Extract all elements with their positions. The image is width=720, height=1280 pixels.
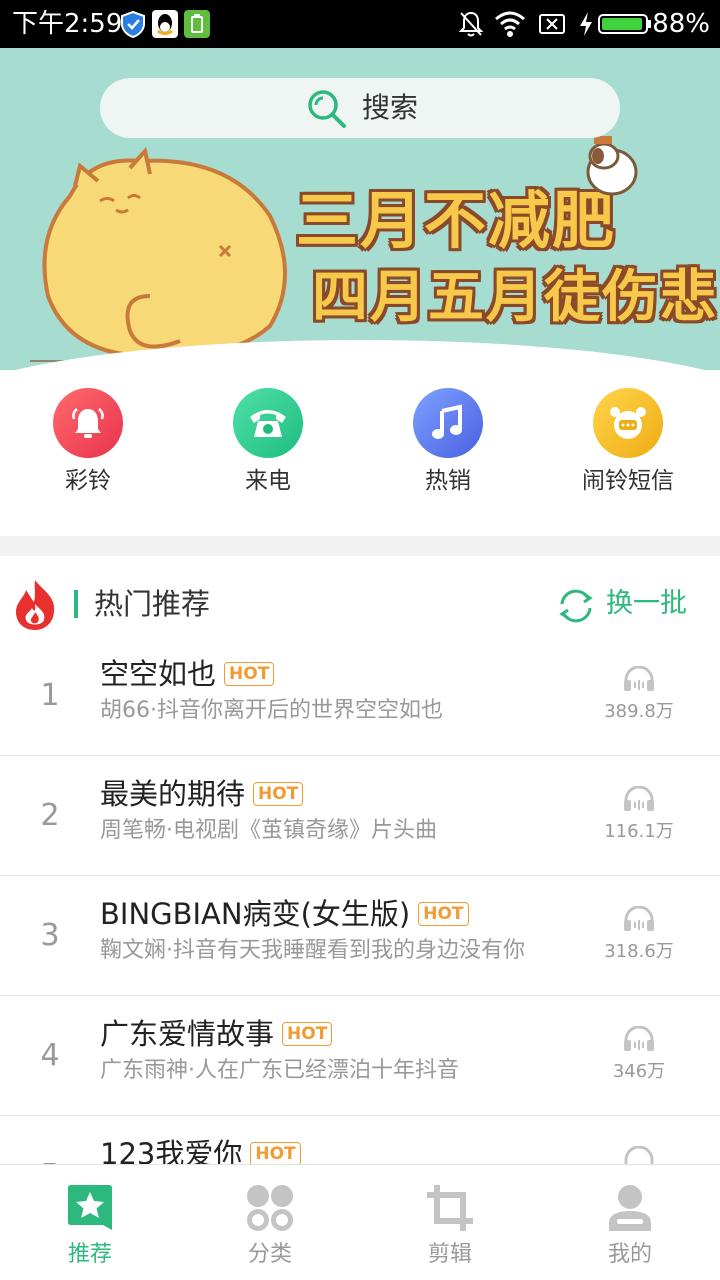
search-bar[interactable]: 搜索 [100,78,620,138]
play-count-value: 346万 [612,1061,666,1082]
phone-icon [233,388,303,458]
section-divider [0,536,720,556]
banner-headline-2: 四月五月徒伤悲 [312,265,718,330]
song-row[interactable]: 1 空空如也 HOT 胡66·抖音你离开后的世界空空如也 389.8万 [0,636,720,756]
fire-icon [16,580,55,630]
music-note-icon [413,388,483,458]
search-icon [308,90,346,128]
refresh-label: 换一批 [606,588,687,619]
quick-action-label: 来电 [245,468,291,494]
bell-icon [53,388,123,458]
no-sim-icon [539,14,565,34]
play-count-value: 389.8万 [604,701,674,722]
mute-notification-icon [458,11,484,37]
battery-icon [598,14,651,34]
song-title: BINGBIAN病变(女生版) [100,897,411,931]
headphones-icon [624,785,654,811]
bottom-tab-bar: 推荐 分类 剪辑 我的 [0,1164,720,1280]
quick-action-label: 闹铃短信 [582,468,674,494]
carousel-dot[interactable] [360,345,372,357]
headphones-icon [624,665,654,691]
search-placeholder: 搜索 [362,91,419,124]
tab-mine[interactable]: 我的 [540,1183,720,1269]
qq-icon [152,10,178,38]
tab-label: 推荐 [67,1242,112,1267]
crop-icon [427,1185,473,1231]
play-count-value: 318.6万 [604,941,674,962]
song-subtitle: 鞠文娴·抖音有天我睡醒看到我的身边没有你 [100,938,525,963]
tab-label: 剪辑 [427,1242,472,1267]
song-title: 空空如也 [100,657,217,691]
status-time: 下午2:59 [12,9,123,39]
headphones-icon [624,1025,654,1051]
hot-badge: HOT [253,782,304,806]
song-rank: 2 [40,798,60,833]
hot-badge: HOT [418,902,469,926]
carousel-indicator [308,345,398,357]
user-icon [609,1185,651,1231]
refresh-button[interactable]: 换一批 [556,586,687,626]
status-bar: 下午2:59 88% [0,0,720,48]
song-rank: 4 [40,1038,60,1073]
dog-illustration [586,136,638,196]
alarm-message-icon [593,388,663,458]
song-row[interactable]: 4 广东爱情故事 HOT 广东雨神·人在广东已经漂泊十年抖音 346万 [0,996,720,1116]
refresh-icon [559,589,593,623]
hot-badge: HOT [250,1142,301,1166]
play-count: 116.1万 [594,785,684,844]
battery-percentage: 88% [652,9,710,39]
cat-illustration [30,146,310,362]
carousel-dot[interactable] [334,345,346,357]
song-title: 广东爱情故事 [100,1017,275,1051]
song-rank: 3 [40,918,60,953]
song-subtitle: 广东雨神·人在广东已经漂泊十年抖音 [100,1058,459,1083]
tab-recommend[interactable]: 推荐 [0,1183,180,1269]
star-icon [68,1185,112,1230]
hot-badge: HOT [224,662,275,686]
section-accent-bar [74,590,78,618]
quick-action-label: 热销 [425,468,471,494]
song-title: 最美的期待 [100,777,246,811]
quick-action-ringback[interactable]: 彩铃 [8,388,168,496]
song-subtitle: 周笔畅·电视剧《茧镇奇缘》片头曲 [100,818,437,843]
tab-label: 我的 [607,1242,652,1267]
tab-category[interactable]: 分类 [180,1183,360,1269]
play-count: 346万 [594,1025,684,1084]
charging-icon [580,12,592,36]
quick-actions: 彩铃 来电 热销 闹铃短信 [0,370,720,536]
play-count: 318.6万 [594,905,684,964]
headphones-icon [624,905,654,931]
play-count-value: 116.1万 [604,821,674,842]
wifi-icon [495,11,525,37]
song-rank: 1 [40,678,60,713]
shield-icon [121,10,145,38]
banner-carousel[interactable]: 三月不减肥 四月五月徒伤悲 搜索 [0,48,720,370]
quick-action-hot-sales[interactable]: 热销 [368,388,528,496]
app-icon [184,10,210,38]
hot-badge: HOT [282,1022,333,1046]
quick-action-label: 彩铃 [65,468,111,494]
song-row[interactable]: 2 最美的期待 HOT 周笔畅·电视剧《茧镇奇缘》片头曲 116.1万 [0,756,720,876]
tab-edit[interactable]: 剪辑 [360,1183,540,1269]
category-icon [247,1185,293,1231]
song-row[interactable]: 3 BINGBIAN病变(女生版) HOT 鞠文娴·抖音有天我睡醒看到我的身边没… [0,876,720,996]
quick-action-alarm-message[interactable]: 闹铃短信 [548,388,708,496]
tab-label: 分类 [247,1242,292,1267]
carousel-dot-active[interactable] [386,345,398,357]
quick-action-incoming-call[interactable]: 来电 [188,388,348,496]
song-subtitle: 胡66·抖音你离开后的世界空空如也 [100,698,443,723]
section-title: 热门推荐 [94,587,211,621]
carousel-dot[interactable] [308,345,320,357]
play-count: 389.8万 [594,665,684,724]
banner-headline-1: 三月不减肥 [296,184,617,257]
